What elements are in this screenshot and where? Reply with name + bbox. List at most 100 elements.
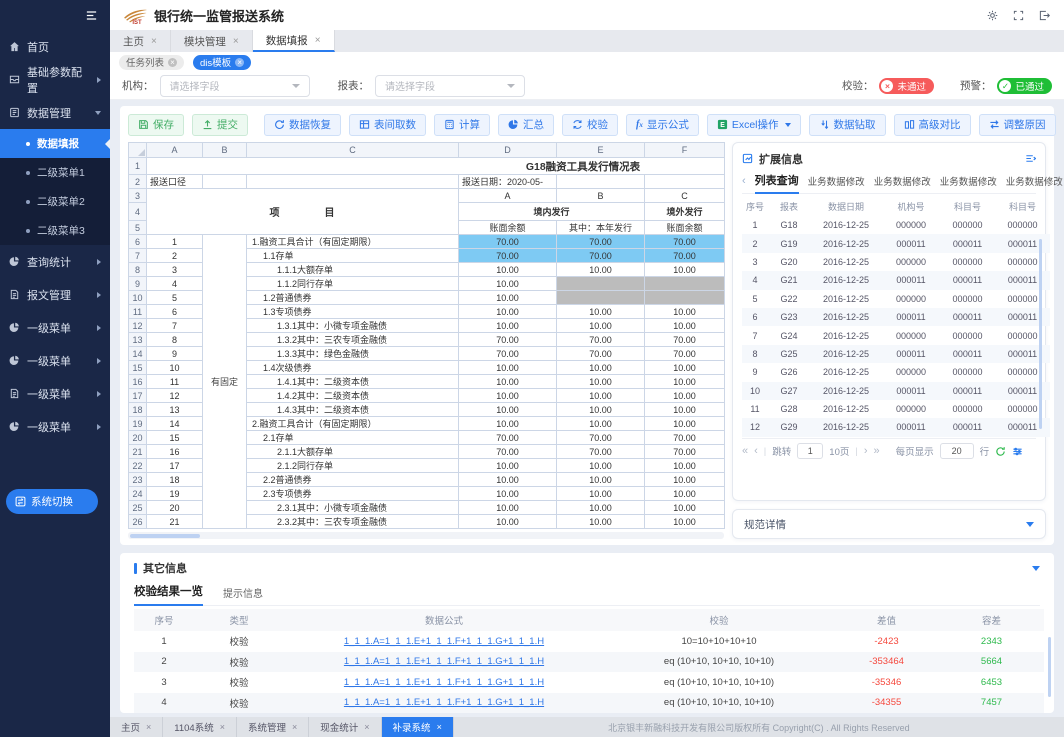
sheet-value-cell[interactable]: 70.00: [645, 347, 725, 361]
sheet-seq-cell[interactable]: 7: [147, 319, 203, 333]
sheet-value-cell[interactable]: 10.00: [459, 403, 557, 417]
sidebar-item-4[interactable]: 报文管理: [0, 278, 110, 311]
last-page-button[interactable]: »: [874, 445, 880, 457]
formula-link[interactable]: 1_1_1.A=1_1_1.E+1_1_1.F+1_1_1.G+1_1_1.H: [344, 697, 544, 708]
toolbar-button-调整原因[interactable]: 调整原因: [979, 114, 1056, 136]
sheet-value-cell[interactable]: 70.00: [557, 445, 645, 459]
sheet-col-header-E[interactable]: E: [557, 143, 645, 158]
sheet-seq-cell[interactable]: 1: [147, 235, 203, 249]
sheet-value-cell[interactable]: [645, 277, 725, 291]
sheet-item-cell[interactable]: 1.4.3其中：二级资本债: [247, 403, 459, 417]
sheet-caliber-cell[interactable]: 报送口径: [147, 175, 203, 189]
sheet-seq-cell[interactable]: 21: [147, 515, 203, 529]
sheet-value-cell[interactable]: 10.00: [645, 515, 725, 529]
extend-col-header[interactable]: 数据日期: [810, 196, 882, 216]
table-row[interactable]: 4校验1_1_1.A=1_1_1.E+1_1_1.F+1_1_1.G+1_1_1…: [134, 693, 1044, 714]
taskbar-tab-0[interactable]: 主页×: [110, 717, 163, 737]
other-info-tab-0[interactable]: 校验结果一览: [134, 579, 203, 606]
sheet-value-cell[interactable]: 10.00: [459, 361, 557, 375]
sheet-value-cell[interactable]: 10.00: [645, 403, 725, 417]
table-row[interactable]: 10G272016-12-25000011000011000011: [742, 382, 1050, 400]
sheet-value-cell[interactable]: 70.00: [557, 249, 645, 263]
table-row[interactable]: 7G242016-12-25000000000000000000: [742, 326, 1050, 344]
sheet-item-cell[interactable]: 1.融资工具合计（有固定期限）: [247, 235, 459, 249]
sidebar-subitem-2[interactable]: 二级菜单2: [0, 187, 110, 216]
sheet-value-cell[interactable]: 70.00: [645, 333, 725, 347]
sheet-item-cell[interactable]: 1.3.2其中：三农专项金融债: [247, 333, 459, 347]
sheet-col-header-A[interactable]: A: [147, 143, 203, 158]
sidebar-item-5[interactable]: 一级菜单: [0, 311, 110, 344]
sheet-value-cell[interactable]: 10.00: [459, 263, 557, 277]
sheet-value-cell[interactable]: 10.00: [645, 417, 725, 431]
close-circle-icon[interactable]: ×: [168, 58, 177, 67]
sheet-value-cell[interactable]: 70.00: [459, 445, 557, 459]
table-row[interactable]: 2G192016-12-25000011000011000011: [742, 234, 1050, 252]
taskbar-tab-2[interactable]: 系统管理×: [237, 717, 309, 737]
sheet-measure-header[interactable]: 账面余额: [645, 221, 725, 235]
extend-tab-3[interactable]: 业务数据修改: [940, 169, 997, 194]
toolbar-button-计算[interactable]: 计算: [434, 114, 490, 136]
sheet-value-cell[interactable]: 10.00: [459, 417, 557, 431]
sheet-seq-cell[interactable]: 4: [147, 277, 203, 291]
sheet-seq-cell[interactable]: 11: [147, 375, 203, 389]
sheet-value-cell[interactable]: 70.00: [459, 333, 557, 347]
sheet-item-cell[interactable]: 1.1.1大额存单: [247, 263, 459, 277]
sheet-item-cell[interactable]: 2.融资工具合计（有固定期限）: [247, 417, 459, 431]
sheet-item-cell[interactable]: 2.2普通债券: [247, 473, 459, 487]
formula-link[interactable]: 1_1_1.A=1_1_1.E+1_1_1.F+1_1_1.G+1_1_1.H: [344, 677, 544, 688]
extend-table-scrollbar[interactable]: [1039, 239, 1042, 429]
scrollbar-thumb[interactable]: [130, 534, 200, 538]
sheet-value-cell[interactable]: 10.00: [459, 459, 557, 473]
sheet-value-cell[interactable]: 10.00: [557, 389, 645, 403]
sheet-group-header-overseas[interactable]: 境外发行: [645, 203, 725, 221]
sheet-value-cell[interactable]: [557, 291, 645, 305]
close-icon[interactable]: ×: [292, 722, 297, 732]
sheet-value-cell[interactable]: 10.00: [459, 501, 557, 515]
sheet-corner-cell[interactable]: [129, 143, 147, 158]
sheet-col-header-F[interactable]: F: [645, 143, 725, 158]
sheet-item-cell[interactable]: 2.3专项债券: [247, 487, 459, 501]
sheet-value-cell[interactable]: 10.00: [459, 473, 557, 487]
toolbar-button-提交[interactable]: 提交: [192, 114, 248, 136]
extend-col-header[interactable]: 序号: [742, 196, 768, 216]
table-row[interactable]: 3G202016-12-25000000000000000000: [742, 253, 1050, 271]
sheet-measure-header[interactable]: 其中：本年发行: [557, 221, 645, 235]
sheet-value-cell[interactable]: 10.00: [557, 417, 645, 431]
sheet-seq-cell[interactable]: 2: [147, 249, 203, 263]
sheet-item-header-cell[interactable]: 项 目: [147, 189, 459, 235]
window-tab-2[interactable]: 数据填报×: [253, 30, 335, 52]
tabs-scroll-left-icon[interactable]: ‹: [742, 175, 746, 187]
toolbar-button-校验[interactable]: 校验: [562, 114, 618, 136]
sidebar-item-8[interactable]: 一级菜单: [0, 410, 110, 443]
sheet-item-cell[interactable]: 1.2普通债券: [247, 291, 459, 305]
sidebar-item-6[interactable]: 一级菜单: [0, 344, 110, 377]
close-icon[interactable]: ×: [220, 722, 225, 732]
sheet-seq-cell[interactable]: 20: [147, 501, 203, 515]
table-row[interactable]: 1校验1_1_1.A=1_1_1.E+1_1_1.F+1_1_1.G+1_1_1…: [134, 631, 1044, 652]
sheet-seq-cell[interactable]: 3: [147, 263, 203, 277]
sidebar-subitem-0[interactable]: 数据填报: [0, 129, 110, 158]
close-icon[interactable]: ×: [315, 35, 321, 46]
settings-gear-icon[interactable]: [987, 10, 998, 21]
table-row[interactable]: 2校验1_1_1.A=1_1_1.E+1_1_1.F+1_1_1.G+1_1_1…: [134, 652, 1044, 673]
close-circle-icon[interactable]: ×: [235, 58, 244, 67]
extend-tab-0[interactable]: 列表查询: [755, 169, 799, 194]
sheet-value-cell[interactable]: 70.00: [645, 249, 725, 263]
validation-col-header[interactable]: 校验: [604, 609, 834, 631]
page-size-input[interactable]: [940, 443, 974, 459]
sheet-item-cell[interactable]: 1.3.3其中：绿色金融债: [247, 347, 459, 361]
sheet-item-cell[interactable]: 2.1.2同行存单: [247, 459, 459, 473]
sheet-value-cell[interactable]: 10.00: [557, 403, 645, 417]
sheet-value-cell[interactable]: 70.00: [557, 431, 645, 445]
prev-page-button[interactable]: ‹: [754, 445, 758, 457]
sheet-col-header-C[interactable]: C: [247, 143, 459, 158]
extend-col-header[interactable]: 科目号: [940, 196, 995, 216]
validation-col-header[interactable]: 序号: [134, 609, 194, 631]
sheet-horizontal-scrollbar[interactable]: [128, 532, 724, 539]
sheet-value-cell[interactable]: 10.00: [645, 305, 725, 319]
sheet-item-cell[interactable]: 1.1.2同行存单: [247, 277, 459, 291]
sheet-subcol-letter[interactable]: B: [557, 189, 645, 203]
sheet-group-header-domestic[interactable]: 境内发行: [459, 203, 645, 221]
toolbar-button-数据恢复[interactable]: 数据恢复: [264, 114, 341, 136]
validation-col-header[interactable]: 容差: [939, 609, 1044, 631]
